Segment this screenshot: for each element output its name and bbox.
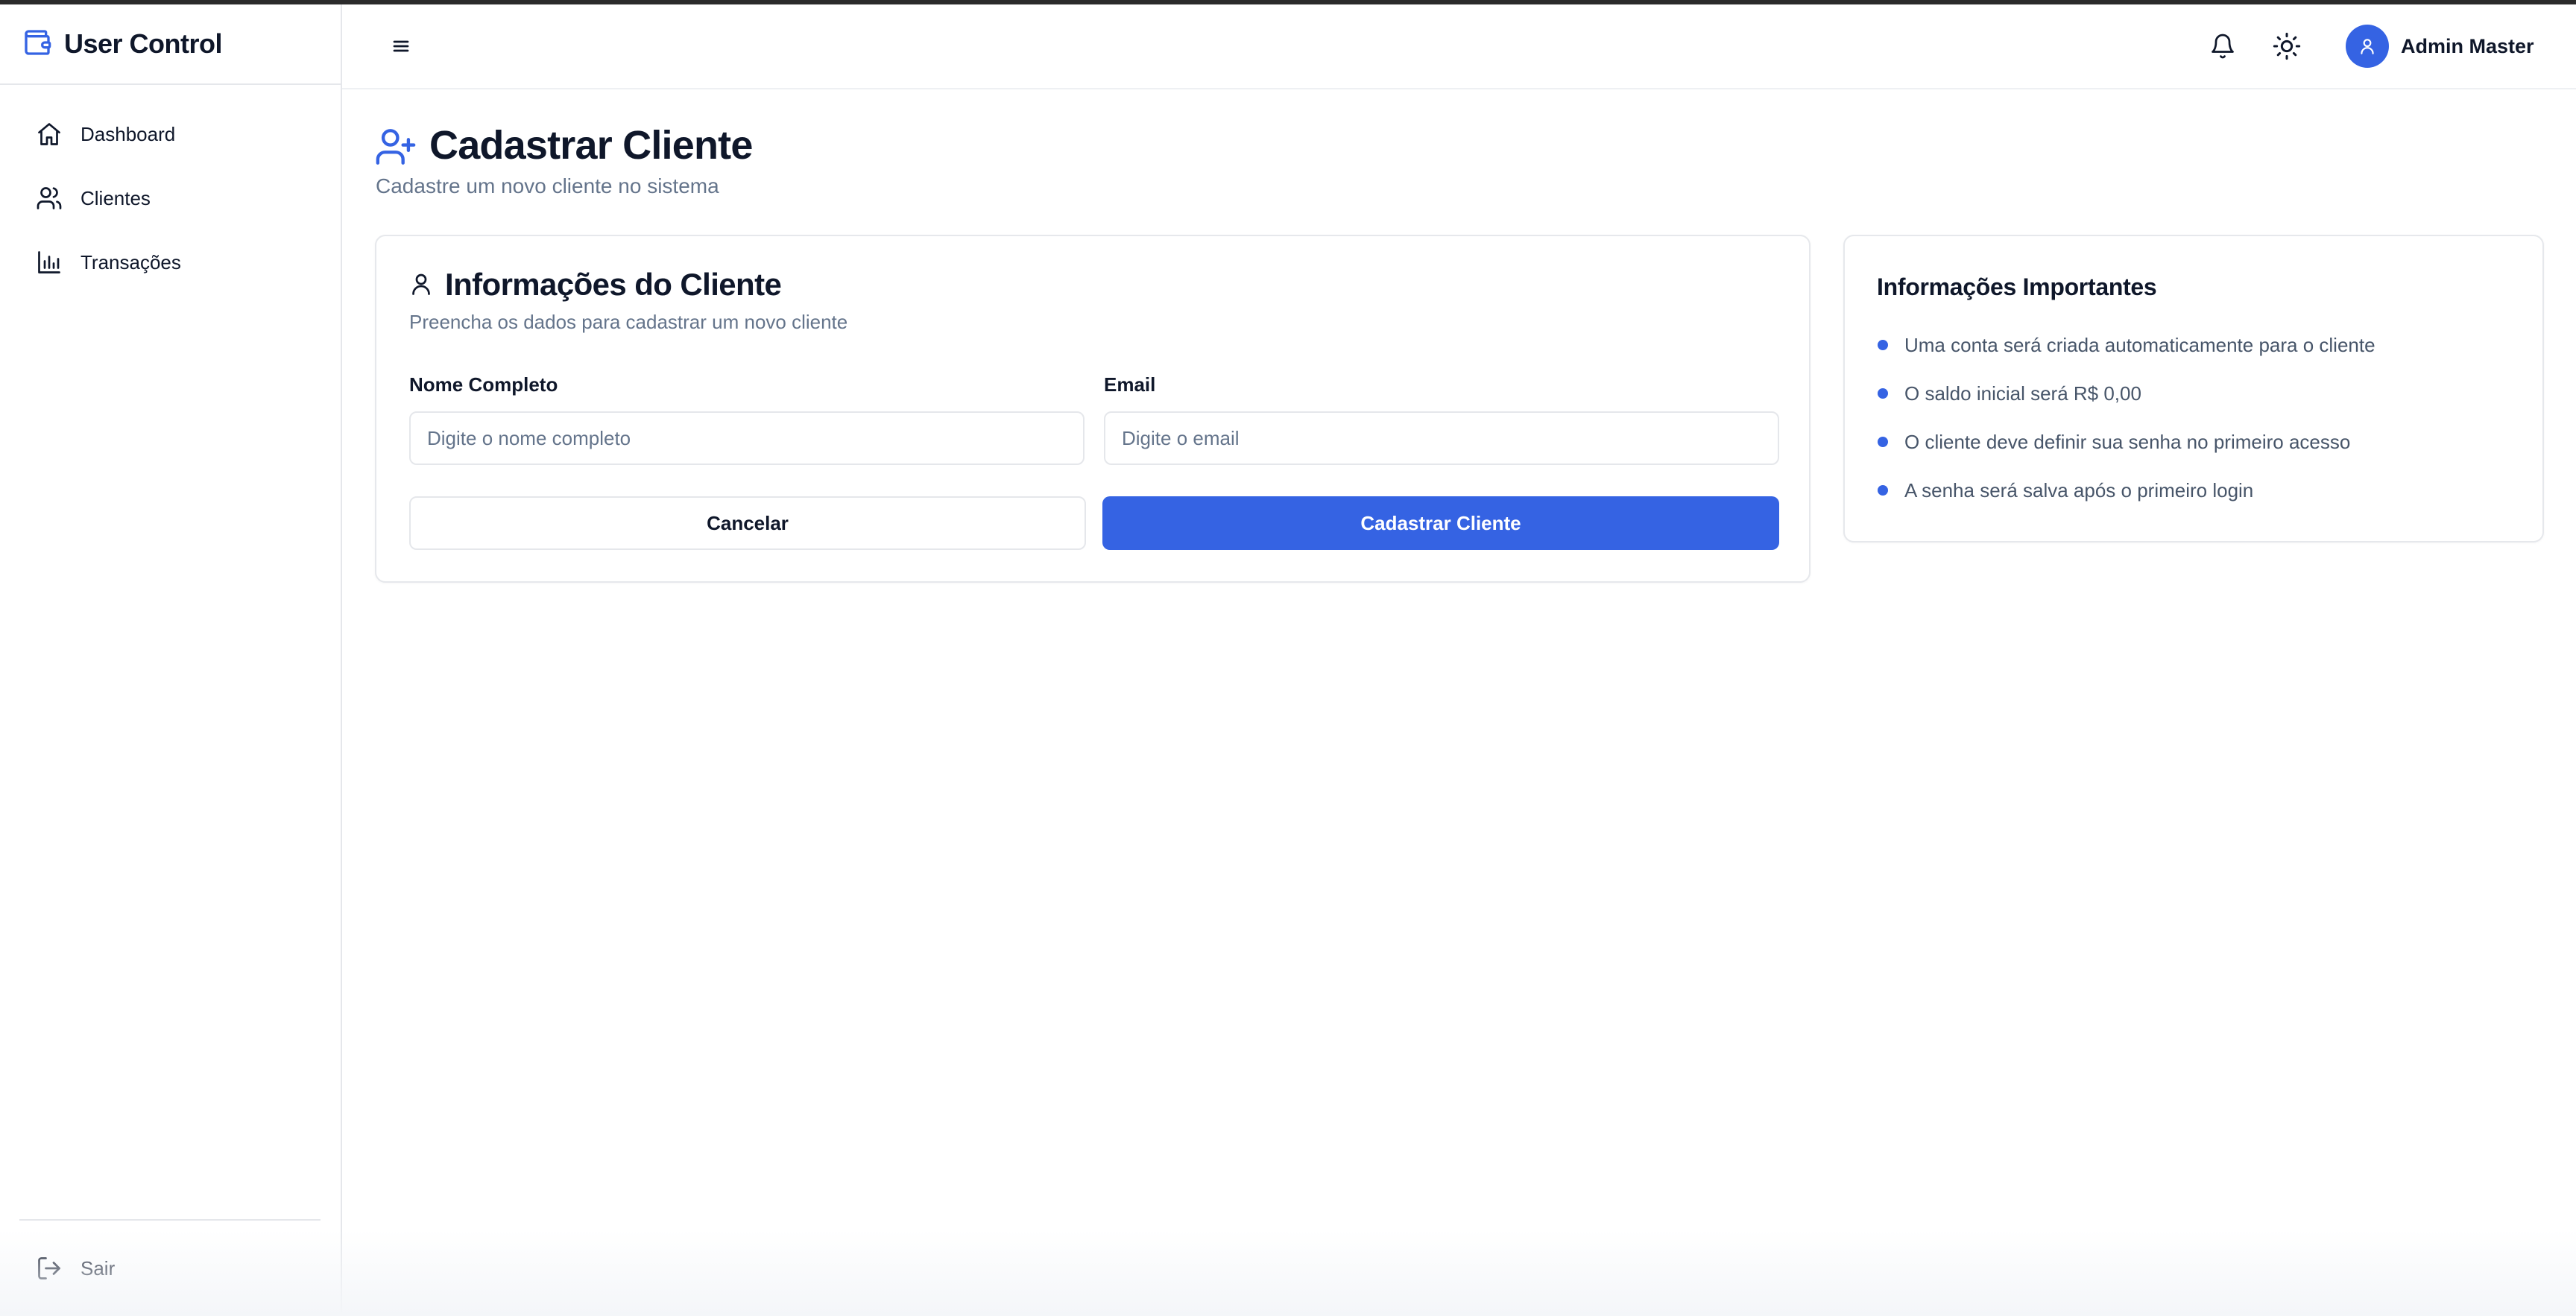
- log-out-icon: [36, 1255, 63, 1282]
- users-icon: [36, 185, 63, 212]
- info-text: A senha será salva após o primeiro login: [1904, 478, 2254, 502]
- client-form-card: Informações do Cliente Preencha os dados…: [375, 235, 1811, 583]
- user-menu[interactable]: Admin Master: [2346, 24, 2534, 69]
- info-text: O saldo inicial será R$ 0,00: [1904, 382, 2141, 405]
- bullet: [1878, 437, 1888, 447]
- bullet: [1878, 388, 1888, 399]
- list-item: A senha será salva após o primeiro login: [1878, 477, 2253, 504]
- brand: User Control: [0, 4, 341, 85]
- form-description: Preencha os dados para cadastrar um novo…: [409, 311, 848, 333]
- list-item: Uma conta será criada automaticamente pa…: [1878, 332, 2375, 358]
- bottom-fade: [0, 1230, 2576, 1316]
- bar-chart-icon: [36, 249, 63, 276]
- sidebar-item-clientes[interactable]: Clientes: [21, 174, 319, 222]
- app-title: User Control: [64, 28, 223, 59]
- sidebar-item-label: Dashboard: [80, 122, 176, 145]
- name-label: Nome Completo: [409, 373, 558, 396]
- logout-label: Sair: [80, 1256, 116, 1279]
- user-name: Admin Master: [2401, 34, 2534, 57]
- avatar: [2346, 25, 2389, 68]
- sidebar-item-label: Clientes: [80, 186, 151, 209]
- sidebar: User Control Dashboard Clientes Transaçõ…: [0, 4, 342, 1316]
- cancel-button[interactable]: Cancelar: [409, 496, 1086, 550]
- top-header: Admin Master: [342, 4, 2576, 89]
- bullet: [1878, 340, 1888, 350]
- form-title: Informações do Cliente: [445, 267, 782, 302]
- logout-button[interactable]: Sair: [21, 1244, 319, 1292]
- sidebar-item-transacoes[interactable]: Transações: [21, 238, 319, 286]
- email-input[interactable]: [1104, 411, 1779, 465]
- bullet: [1878, 485, 1888, 496]
- sidebar-divider: [19, 1219, 321, 1221]
- info-text: Uma conta será criada automaticamente pa…: [1904, 333, 2375, 356]
- email-label: Email: [1104, 373, 1156, 396]
- user-icon: [408, 271, 435, 297]
- home-icon: [36, 121, 63, 148]
- sun-icon[interactable]: [2272, 31, 2302, 61]
- info-title: Informações Importantes: [1877, 273, 2157, 300]
- info-text: O cliente deve definir sua senha no prim…: [1904, 430, 2351, 453]
- user-icon: [2361, 39, 2374, 54]
- page-subtitle: Cadastre um novo cliente no sistema: [376, 174, 719, 197]
- bell-icon[interactable]: [2209, 33, 2236, 60]
- full-name-input[interactable]: [409, 411, 1085, 465]
- info-card: Informações Importantes Uma conta será c…: [1843, 235, 2544, 542]
- user-plus-icon: [374, 125, 417, 168]
- submit-button[interactable]: Cadastrar Cliente: [1102, 496, 1779, 550]
- menu-icon[interactable]: [388, 33, 414, 60]
- sidebar-item-label: Transações: [80, 250, 181, 273]
- list-item: O saldo inicial será R$ 0,00: [1878, 380, 2141, 407]
- wallet-icon: [22, 28, 52, 57]
- page-title: Cadastrar Cliente: [429, 123, 753, 168]
- list-item: O cliente deve definir sua senha no prim…: [1878, 428, 2350, 455]
- sidebar-item-dashboard[interactable]: Dashboard: [21, 110, 319, 158]
